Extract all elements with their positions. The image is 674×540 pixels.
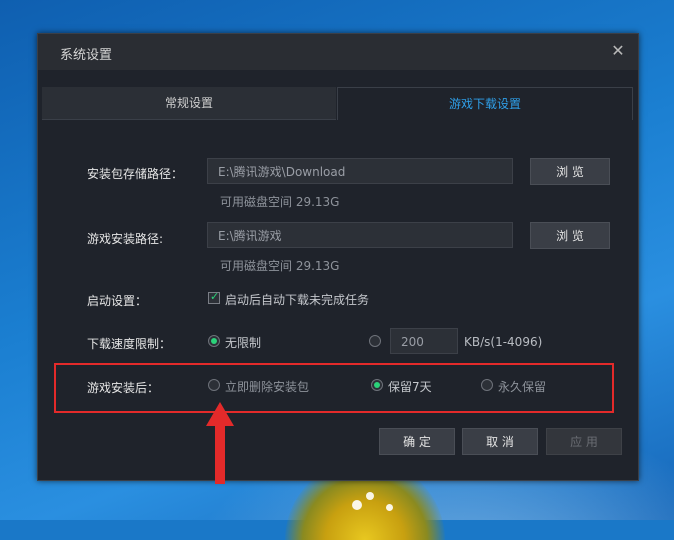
speed-unlimited-radio[interactable] (208, 335, 220, 347)
wallpaper-petal (366, 492, 374, 500)
cancel-button[interactable]: 取 消 (462, 428, 538, 455)
install-path-input[interactable]: E:\腾讯游戏 (207, 222, 513, 248)
dialog-title: 系统设置 (60, 48, 113, 63)
speed-limit-input[interactable]: 200 (390, 328, 458, 354)
package-free-space: 可用磁盘空间 29.13G (220, 195, 340, 209)
speed-unlimited-label[interactable]: 无限制 (225, 334, 261, 351)
startup-label: 启动设置： (87, 294, 148, 308)
install-path-browse-button[interactable]: 浏 览 (530, 222, 610, 249)
install-free-space: 可用磁盘空间 29.13G (220, 259, 340, 273)
package-path-browse-button[interactable]: 浏 览 (530, 158, 610, 185)
close-icon[interactable]: ✕ (608, 41, 628, 61)
red-arrow-icon (206, 402, 234, 484)
wallpaper-petal (386, 504, 393, 511)
install-path-label: 游戏安装路径: (87, 232, 164, 246)
apply-button[interactable]: 应 用 (546, 428, 622, 455)
wallpaper-petal (352, 500, 362, 510)
highlight-box (54, 363, 614, 413)
speed-unit: KB/s(1-4096) (464, 335, 543, 349)
tab-bar: 常规设置 游戏下载设置 (42, 87, 633, 120)
tab-game-download-settings[interactable]: 游戏下载设置 (337, 87, 633, 120)
package-path-label: 安装包存储路径： (87, 167, 184, 181)
speed-custom-radio[interactable] (369, 335, 381, 347)
tab-general-settings[interactable]: 常规设置 (42, 87, 336, 120)
auto-download-checkbox[interactable]: ✓ (208, 290, 220, 304)
ok-button[interactable]: 确 定 (379, 428, 455, 455)
checkmark-icon: ✓ (210, 290, 220, 303)
speed-limit-label: 下载速度限制： (87, 337, 172, 351)
title-bar[interactable]: 系统设置 ✕ (38, 34, 638, 70)
auto-download-label[interactable]: 启动后自动下载未完成任务 (225, 291, 369, 308)
package-path-input[interactable]: E:\腾讯游戏\Download (207, 158, 513, 184)
